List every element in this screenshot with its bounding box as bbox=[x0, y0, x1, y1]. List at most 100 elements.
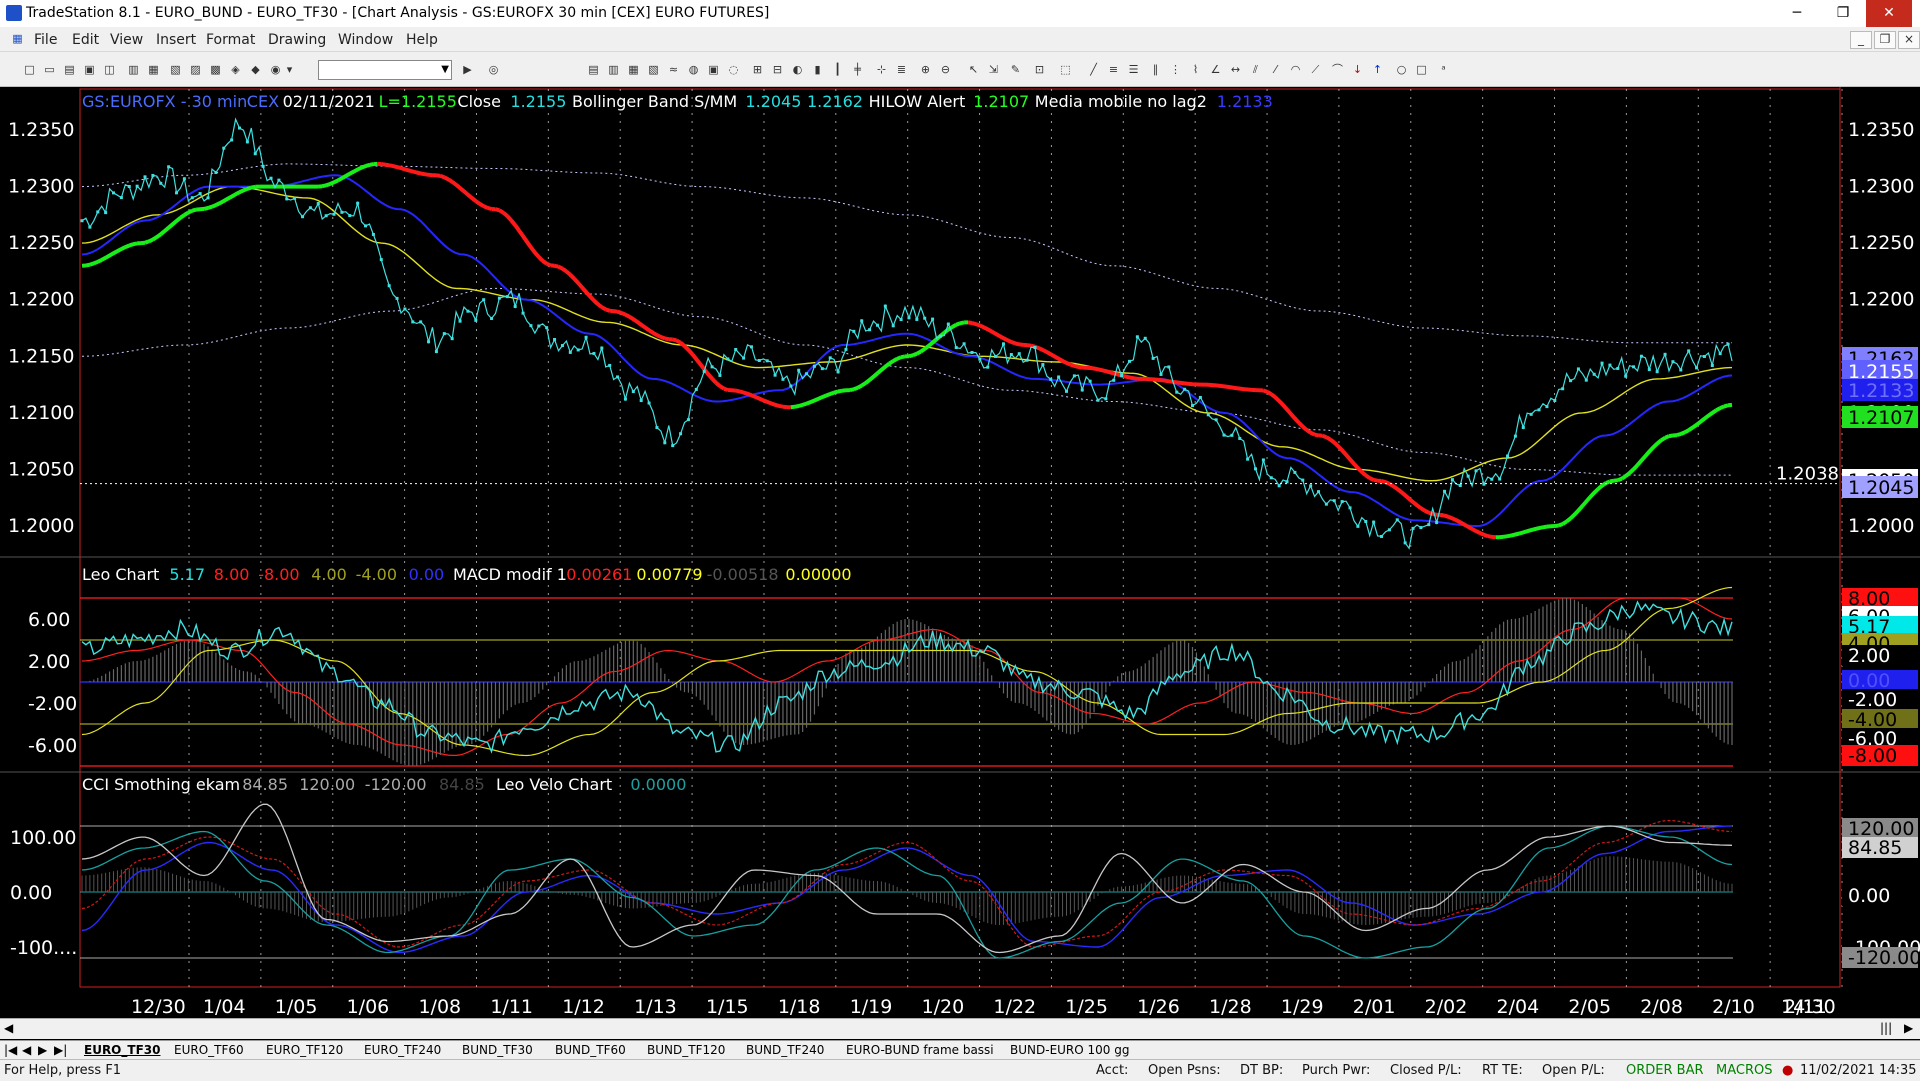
edit-icon[interactable]: ✎ bbox=[1008, 62, 1023, 77]
ring-icon[interactable]: ◌ bbox=[726, 62, 741, 77]
chart-icon[interactable]: ▧ bbox=[168, 62, 183, 77]
zigzag-icon[interactable]: ⌇ bbox=[1188, 62, 1203, 77]
channel-icon[interactable]: ☰ bbox=[1126, 62, 1141, 77]
maximize-button[interactable]: ❐ bbox=[1820, 0, 1866, 27]
pointer-icon[interactable]: ↖ bbox=[966, 62, 981, 77]
layer-icon[interactable]: ◍ bbox=[686, 62, 701, 77]
table-icon[interactable]: ▣ bbox=[706, 62, 721, 77]
angle-icon[interactable]: ∠ bbox=[1208, 62, 1223, 77]
price-dot bbox=[592, 351, 596, 355]
line-icon[interactable]: ┃ bbox=[830, 62, 845, 77]
curve-icon[interactable]: ⌒ bbox=[1330, 62, 1345, 77]
grid-icon[interactable]: ▤ bbox=[586, 62, 601, 77]
ellipse-icon[interactable]: ○ bbox=[1394, 62, 1409, 77]
tab-bund-tf240[interactable]: BUND_TF240 bbox=[746, 1042, 824, 1059]
save-icon[interactable]: ▤ bbox=[62, 62, 77, 77]
workspace-icon[interactable]: ▨ bbox=[188, 62, 203, 77]
paste-icon[interactable]: ◫ bbox=[102, 62, 117, 77]
scroll-thumb-icon[interactable]: ||| bbox=[1880, 1021, 1892, 1035]
tab-nav-first[interactable]: |◀ bbox=[4, 1042, 17, 1059]
tab-nav-last[interactable]: ▶| bbox=[54, 1042, 67, 1059]
vline-icon[interactable]: ⋮ bbox=[1168, 62, 1183, 77]
new-icon[interactable]: □ bbox=[22, 62, 37, 77]
scroll-left-icon[interactable]: ◀ bbox=[4, 1021, 13, 1035]
tab-bund-tf60[interactable]: BUND_TF60 bbox=[555, 1042, 626, 1059]
text-tool-icon[interactable]: ᵃ bbox=[1436, 62, 1451, 77]
mdi-close-button[interactable]: × bbox=[1898, 31, 1920, 49]
tab-euro-bund-frame-bassi[interactable]: EURO-BUND frame bassi bbox=[846, 1042, 994, 1059]
half-icon[interactable]: ◐ bbox=[790, 62, 805, 77]
copy-icon[interactable]: ▣ bbox=[82, 62, 97, 77]
grid2-icon[interactable]: ▥ bbox=[606, 62, 621, 77]
hlines-icon[interactable]: ≡ bbox=[1106, 62, 1121, 77]
leo-header-text: -4.00 bbox=[356, 565, 397, 584]
price-dot bbox=[1340, 500, 1344, 504]
wave-icon[interactable]: ≈ bbox=[666, 62, 681, 77]
tab-euro-tf240[interactable]: EURO_TF240 bbox=[364, 1042, 441, 1059]
grid3-icon[interactable]: ▦ bbox=[626, 62, 641, 77]
menu-window[interactable]: Window bbox=[338, 32, 393, 48]
close-button[interactable]: ✕ bbox=[1866, 0, 1912, 27]
tab-nav-prev[interactable]: ◀ bbox=[22, 1042, 31, 1059]
macros-button[interactable]: MACROS bbox=[1716, 1063, 1772, 1078]
menu-format[interactable]: Format bbox=[206, 32, 255, 48]
tab-bund-tf30[interactable]: BUND_TF30 bbox=[462, 1042, 533, 1059]
parallel-icon[interactable]: ∥ bbox=[1148, 62, 1163, 77]
bars2-icon[interactable]: ⊟ bbox=[770, 62, 785, 77]
color-icon[interactable]: ◉ bbox=[268, 62, 283, 77]
price-dot bbox=[1718, 352, 1722, 356]
menu-help[interactable]: Help bbox=[406, 32, 438, 48]
play-icon[interactable]: ▶ bbox=[460, 62, 475, 77]
zoom-in-icon[interactable]: ⊕ bbox=[918, 62, 933, 77]
tool-icon[interactable]: ◈ bbox=[228, 62, 243, 77]
horizontal-icon[interactable]: ↔ bbox=[1228, 62, 1243, 77]
horizontal-scrollbar[interactable]: ◀ ||| ▶ bbox=[0, 1018, 1920, 1039]
open-icon[interactable]: ▭ bbox=[42, 62, 57, 77]
strategy-icon[interactable]: ◆ bbox=[248, 62, 263, 77]
gann-icon[interactable]: ⁄ bbox=[1268, 62, 1283, 77]
print-preview-icon[interactable]: ▦ bbox=[146, 62, 161, 77]
order-bar-button[interactable]: ORDER BAR bbox=[1626, 1063, 1704, 1078]
menu-edit[interactable]: Edit bbox=[72, 32, 99, 48]
grid4-icon[interactable]: ▧ bbox=[646, 62, 661, 77]
scroll-right-icon[interactable]: ▶ bbox=[1904, 1021, 1913, 1035]
menu-view[interactable]: View bbox=[110, 32, 143, 48]
zoom-out-icon[interactable]: ⊖ bbox=[938, 62, 953, 77]
mdi-minimize-button[interactable]: _ bbox=[1850, 31, 1872, 49]
fib-icon[interactable]: ⫽ bbox=[1248, 62, 1263, 77]
chart-analysis-area[interactable]: 1.2350 1.2300 1.2250 1.2200 1.2150 1.2100 1.20… bbox=[0, 87, 1920, 1027]
menu-file[interactable]: File bbox=[34, 32, 57, 48]
symbol-combo[interactable]: ▼ bbox=[318, 60, 452, 80]
tab-euro-tf60[interactable]: EURO_TF60 bbox=[174, 1042, 244, 1059]
tab-bund-euro-100gg[interactable]: BUND-EURO 100 gg bbox=[1010, 1042, 1129, 1059]
snapshot-icon[interactable]: ⊡ bbox=[1032, 62, 1047, 77]
tab-nav-next[interactable]: ▶ bbox=[38, 1042, 47, 1059]
arrow-up-icon[interactable]: ↑ bbox=[1370, 62, 1385, 77]
cross-icon[interactable]: ╪ bbox=[850, 62, 865, 77]
frame-icon[interactable]: ⬚ bbox=[1058, 62, 1073, 77]
chart-canvas[interactable]: 1.2350 1.2300 1.2250 1.2200 1.2150 1.2100 1.20… bbox=[0, 87, 1920, 1018]
pitchfork-icon[interactable]: ⟋ bbox=[1308, 62, 1323, 77]
rectangle-icon[interactable]: □ bbox=[1414, 62, 1429, 77]
print-icon[interactable]: ▥ bbox=[126, 62, 141, 77]
drag-icon[interactable]: ⇲ bbox=[986, 62, 1001, 77]
crosshair-icon[interactable]: ⊹ bbox=[874, 62, 889, 77]
date-axis-label: 1/20 bbox=[922, 996, 965, 1017]
dropdown-icon[interactable]: ▾ bbox=[282, 62, 297, 77]
lock-icon[interactable]: ▩ bbox=[208, 62, 223, 77]
zoom-icon[interactable]: ◎ bbox=[486, 62, 501, 77]
mdi-restore-button[interactable]: ❐ bbox=[1874, 31, 1896, 49]
menu-insert[interactable]: Insert bbox=[156, 32, 196, 48]
arc-icon[interactable]: ◠ bbox=[1288, 62, 1303, 77]
bars-icon[interactable]: ⊞ bbox=[750, 62, 765, 77]
tab-euro-tf30[interactable]: EURO_TF30 bbox=[84, 1042, 160, 1059]
tab-bund-tf120[interactable]: BUND_TF120 bbox=[647, 1042, 725, 1059]
price-dot bbox=[387, 284, 391, 288]
tab-euro-tf120[interactable]: EURO_TF120 bbox=[266, 1042, 343, 1059]
list-icon[interactable]: ≣ bbox=[894, 62, 909, 77]
trendline-icon[interactable]: ╱ bbox=[1086, 62, 1101, 77]
menu-drawing[interactable]: Drawing bbox=[268, 32, 326, 48]
minimize-button[interactable]: ─ bbox=[1774, 0, 1820, 27]
arrow-down-icon[interactable]: ↓ bbox=[1350, 62, 1365, 77]
candle-icon[interactable]: ▮ bbox=[810, 62, 825, 77]
